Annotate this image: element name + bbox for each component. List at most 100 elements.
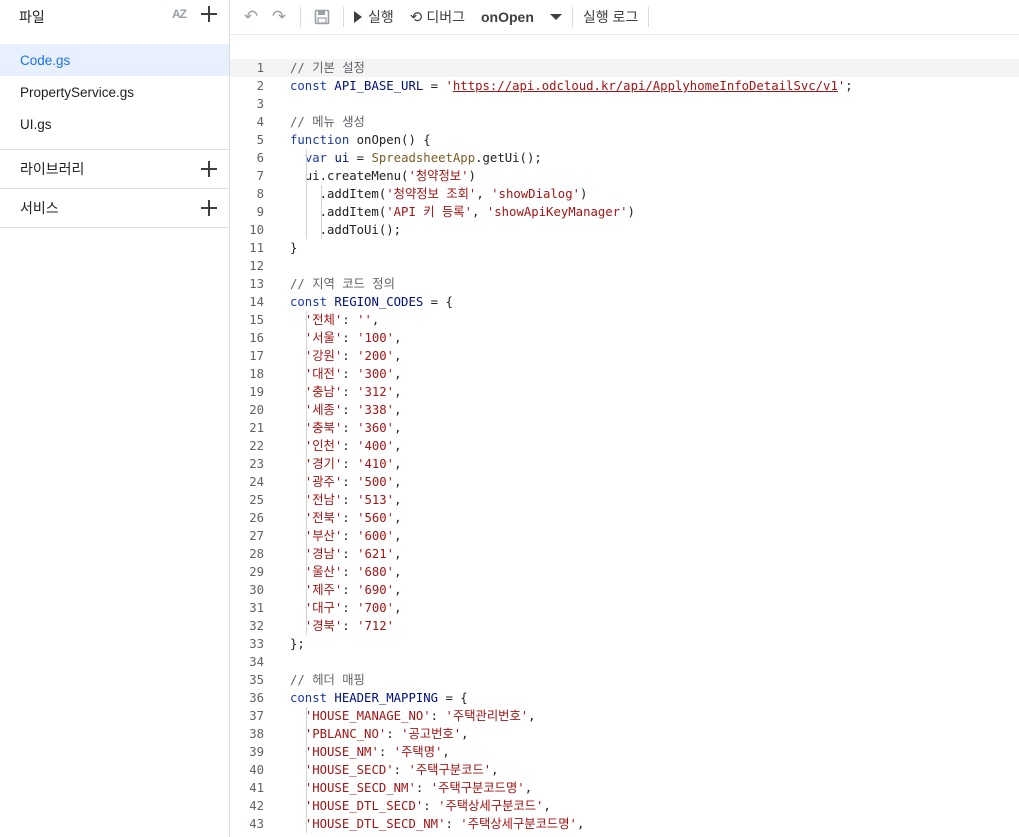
code-token: ui (334, 151, 350, 165)
code-line[interactable]: 22 '인천': '400', (230, 437, 1019, 455)
code-token: '주택구분코드명' (430, 781, 525, 795)
add-file-icon[interactable] (199, 4, 219, 24)
code-line[interactable]: 9 .addItem('API 키 등록', 'showApiKeyManage… (230, 203, 1019, 221)
redo-icon[interactable]: ↷ (268, 6, 290, 28)
code-token: '680' (357, 565, 395, 579)
code-line[interactable]: 15 '전체': '', (230, 311, 1019, 329)
code-token: , (394, 529, 402, 543)
code-text: 'HOUSE_SECD': '주택구분코드', (290, 761, 499, 779)
code-token: .addItem( (290, 187, 387, 201)
code-token: : (342, 457, 358, 471)
file-item-propertyservice-gs[interactable]: PropertyService.gs (0, 76, 229, 108)
code-line[interactable]: 41 'HOUSE_SECD_NM': '주택구분코드명', (230, 779, 1019, 797)
function-select[interactable]: onOpen (481, 9, 562, 25)
debug-button[interactable]: ⟲ 디버그 (410, 7, 465, 27)
code-token: : (342, 331, 358, 345)
undo-icon[interactable]: ↶ (240, 6, 262, 28)
add-library-icon[interactable] (199, 159, 219, 179)
code-text: 'HOUSE_MANAGE_NO': '주택관리번호', (290, 707, 536, 725)
code-line[interactable]: 33}; (230, 635, 1019, 653)
code-line[interactable]: 31 '대구': '700', (230, 599, 1019, 617)
code-line[interactable]: 5 function onOpen() { (230, 131, 1019, 149)
code-line[interactable]: 17 '강원': '200', (230, 347, 1019, 365)
execution-log-button[interactable]: 실행 로그 (583, 7, 638, 27)
code-editor[interactable]: 1 // 기본 설정 2 const API_BASE_URL = 'https://… (230, 35, 1019, 837)
save-icon[interactable] (311, 6, 333, 28)
code-token: '312' (357, 385, 395, 399)
code-line[interactable]: 8 .addItem('청약정보 조회', 'showDialog') (230, 185, 1019, 203)
code-token: ui.createMenu( (290, 169, 409, 183)
line-number: 33 (249, 637, 264, 651)
code-text: 'HOUSE_DTL_SECD': '주택상세구분코드', (290, 797, 551, 815)
code-line[interactable]: 42 'HOUSE_DTL_SECD': '주택상세구분코드', (230, 797, 1019, 815)
code-token: , (543, 799, 551, 813)
code-line[interactable]: 24 '광주': '500', (230, 473, 1019, 491)
code-line[interactable]: 13 // 지역 코드 정의 (230, 275, 1019, 293)
code-token: : (342, 313, 358, 327)
code-token: '690' (357, 583, 395, 597)
code-line[interactable]: 3 (230, 95, 1019, 113)
code-line[interactable]: 18 '대전': '300', (230, 365, 1019, 383)
code-line[interactable]: 1 // 기본 설정 (230, 59, 1019, 77)
code-token: '621' (357, 547, 395, 561)
code-line[interactable]: 14 const REGION_CODES = { (230, 293, 1019, 311)
code-line[interactable]: 26 '전북': '560', (230, 509, 1019, 527)
code-line[interactable]: 28 '경남': '621', (230, 545, 1019, 563)
code-line[interactable]: 39 'HOUSE_NM': '주택명', (230, 743, 1019, 761)
sort-az-icon[interactable]: AZ (169, 8, 189, 20)
services-section: 서비스 (0, 188, 229, 228)
code-token: ) (468, 169, 476, 183)
code-line[interactable]: 4 // 메뉴 생성 (230, 113, 1019, 131)
code-line[interactable]: 27 '부산': '600', (230, 527, 1019, 545)
code-token: 'PBLANC_NO' (304, 727, 387, 741)
code-token: , (394, 583, 402, 597)
code-token: , (394, 493, 402, 507)
code-area[interactable]: 1 // 기본 설정 2 const API_BASE_URL = 'https://… (230, 59, 1019, 833)
code-line[interactable]: 23 '경기': '410', (230, 455, 1019, 473)
code-token: .getUi(); (475, 151, 542, 165)
code-line[interactable]: 20 '세종': '338', (230, 401, 1019, 419)
code-line[interactable]: 40 'HOUSE_SECD': '주택구분코드', (230, 761, 1019, 779)
code-line[interactable]: 12 (230, 257, 1019, 275)
code-line[interactable]: 36 const HEADER_MAPPING = { (230, 689, 1019, 707)
code-line[interactable]: 2 const API_BASE_URL = 'https://api.odclo… (230, 77, 1019, 95)
code-token: , (394, 439, 402, 453)
code-line[interactable]: 21 '충북': '360', (230, 419, 1019, 437)
code-line[interactable]: 38 'PBLANC_NO': '공고번호', (230, 725, 1019, 743)
add-service-icon[interactable] (199, 198, 219, 218)
code-token: '500' (357, 475, 395, 489)
code-token: const (290, 79, 335, 93)
run-button[interactable]: 실행 (354, 7, 394, 27)
code-token: } (290, 241, 298, 255)
code-line[interactable]: 19 '충남': '312', (230, 383, 1019, 401)
code-token: var (304, 151, 335, 165)
code-line[interactable]: 6 var ui = SpreadsheetApp.getUi(); (230, 149, 1019, 167)
code-line[interactable]: 30 '제주': '690', (230, 581, 1019, 599)
code-line[interactable]: 29 '울산': '680', (230, 563, 1019, 581)
code-token: : (342, 367, 358, 381)
code-line[interactable]: 32 '경북': '712' (230, 617, 1019, 635)
code-line[interactable]: 43 'HOUSE_DTL_SECD_NM': '주택상세구분코드명', (230, 815, 1019, 833)
line-number: 39 (249, 745, 264, 759)
code-line[interactable]: 11} (230, 239, 1019, 257)
toolbar-divider (571, 7, 573, 27)
code-token: '세종' (304, 403, 343, 417)
code-line[interactable]: 25 '전남': '513', (230, 491, 1019, 509)
file-item-ui-gs[interactable]: UI.gs (0, 108, 229, 140)
file-item-code-gs[interactable]: Code.gs (0, 44, 229, 76)
code-line[interactable]: 34 (230, 653, 1019, 671)
code-line[interactable]: 10 .addToUi(); (230, 221, 1019, 239)
code-token: : (386, 727, 402, 741)
code-line[interactable]: 35 // 헤더 매핑 (230, 671, 1019, 689)
code-token: const (290, 691, 335, 705)
code-line[interactable]: 7 ui.createMenu('청약정보') (230, 167, 1019, 185)
code-line[interactable]: 16 '서울': '100', (230, 329, 1019, 347)
code-line[interactable]: 37 'HOUSE_MANAGE_NO': '주택관리번호', (230, 707, 1019, 725)
toolbar-divider (343, 7, 344, 27)
